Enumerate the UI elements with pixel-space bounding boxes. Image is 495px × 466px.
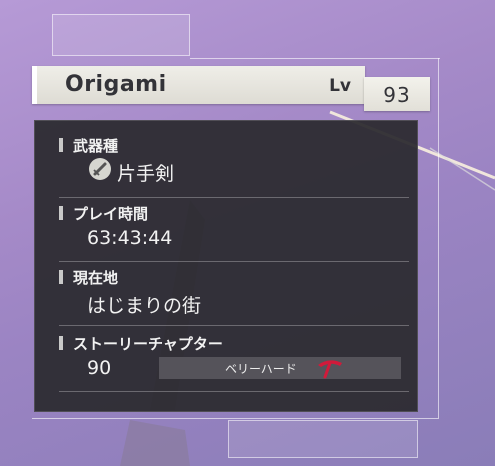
- weapon-type-section: 武器種 片手剣: [59, 135, 409, 201]
- pickaxe-icon: [318, 360, 342, 379]
- divider: [59, 325, 409, 326]
- section-marker: [59, 270, 63, 284]
- frame-line: [438, 58, 439, 418]
- location-section: 現在地 はじまりの街: [59, 267, 409, 333]
- play-time-section: プレイ時間 63:43:44: [59, 203, 409, 269]
- location-value: はじまりの街: [87, 295, 202, 317]
- location-label: 現在地: [73, 269, 119, 287]
- level-label: Lv: [329, 76, 351, 96]
- play-time-label: プレイ時間: [73, 205, 149, 223]
- divider: [59, 261, 409, 262]
- section-marker: [59, 336, 63, 350]
- section-marker: [59, 138, 63, 152]
- section-marker: [59, 206, 63, 220]
- weapon-type-value: 片手剣: [117, 163, 175, 185]
- sword-icon: [89, 158, 111, 180]
- character-name: Origami: [65, 72, 167, 97]
- difficulty-badge: ベリーハード: [159, 357, 401, 379]
- level-value: 93: [383, 83, 411, 107]
- save-info-panel: 武器種 片手剣 プレイ時間 63:43:44 現在地 はじまりの街 ストーリーチ…: [34, 120, 418, 412]
- top-glass-panel: [52, 14, 190, 56]
- play-time-value: 63:43:44: [87, 227, 173, 249]
- divider: [59, 197, 409, 198]
- level-box: 93: [364, 77, 430, 111]
- bottom-glass-panel: [228, 420, 418, 458]
- weapon-type-label: 武器種: [73, 137, 119, 155]
- divider: [59, 391, 409, 392]
- story-chapter-label: ストーリーチャプター: [73, 335, 223, 353]
- difficulty-label: ベリーハード: [225, 362, 297, 376]
- frame-line: [190, 58, 440, 59]
- story-chapter-value: 90: [87, 357, 112, 379]
- character-name-bar[interactable]: Origami Lv: [32, 66, 365, 104]
- frame-line: [32, 418, 439, 419]
